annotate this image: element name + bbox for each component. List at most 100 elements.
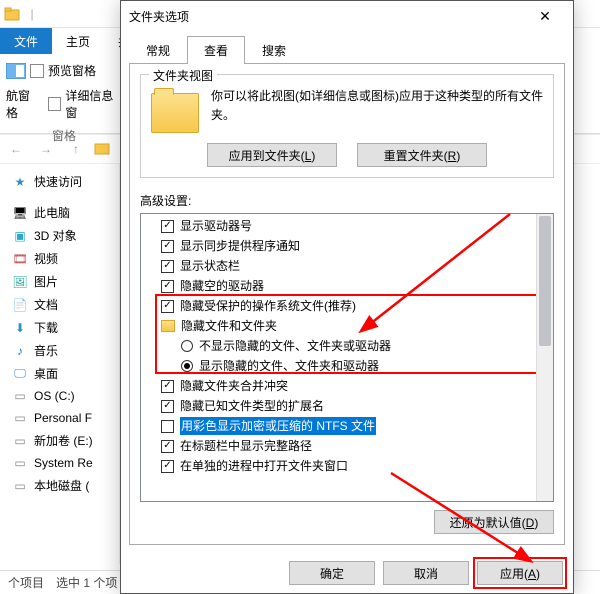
explorer-nav-pane: ★快速访问 🖥此电脑 ▣3D 对象 🎞视频 🖼图片 📄文档 ⬇下载 ♪音乐 🖵桌… <box>0 164 120 564</box>
nav-3d-objects[interactable]: ▣3D 对象 <box>4 224 115 247</box>
advanced-setting-item[interactable]: 显示驱动器号 <box>145 216 549 236</box>
setting-label: 隐藏文件和文件夹 <box>181 317 277 335</box>
setting-label: 显示驱动器号 <box>180 217 252 235</box>
close-button[interactable]: ✕ <box>525 2 565 30</box>
nav-local-disk[interactable]: ▭本地磁盘 ( <box>4 474 115 497</box>
status-item-count: 个项目 <box>8 574 44 591</box>
cancel-button[interactable]: 取消 <box>383 561 469 585</box>
advanced-setting-item[interactable]: 在标题栏中显示完整路径 <box>145 436 549 456</box>
divider-icon: | <box>24 6 40 22</box>
setting-label: 隐藏受保护的操作系统文件(推荐) <box>180 297 356 315</box>
forward-icon[interactable]: → <box>34 137 58 161</box>
advanced-setting-item[interactable]: 在单独的进程中打开文件夹窗口 <box>145 456 549 476</box>
advanced-setting-item[interactable]: 显示状态栏 <box>145 256 549 276</box>
nav-pictures[interactable]: 🖼图片 <box>4 270 115 293</box>
setting-label: 隐藏空的驱动器 <box>180 277 264 295</box>
video-icon: 🎞 <box>12 251 28 267</box>
download-icon: ⬇ <box>12 320 28 336</box>
dialog-title: 文件夹选项 <box>129 8 525 25</box>
advanced-setting-item[interactable]: 显示隐藏的文件、文件夹和驱动器 <box>145 356 549 376</box>
nav-this-pc[interactable]: 🖥此电脑 <box>4 201 115 224</box>
folder-icon <box>94 141 110 158</box>
advanced-setting-item[interactable]: 隐藏文件和文件夹 <box>145 316 549 336</box>
nav-pane-label: 航窗格 <box>6 87 40 121</box>
apply-button[interactable]: 应用(A) <box>477 561 563 585</box>
setting-label: 用彩色显示加密或压缩的 NTFS 文件 <box>180 417 376 435</box>
restore-defaults-button[interactable]: 还原为默认值(D) <box>434 510 554 534</box>
dialog-body: 文件夹视图 你可以将此视图(如详细信息或图标)应用于这种类型的所有文件夹。 应用… <box>129 63 565 545</box>
setting-label: 不显示隐藏的文件、文件夹或驱动器 <box>199 337 391 355</box>
picture-icon: 🖼 <box>12 274 28 290</box>
tab-view[interactable]: 查看 <box>187 36 245 64</box>
details-pane-button[interactable]: 航窗格 详细信息窗 <box>4 85 124 123</box>
checkbox-icon[interactable] <box>161 440 174 453</box>
preview-pane-button[interactable]: 预览窗格 <box>4 60 124 81</box>
nav-system-re[interactable]: ▭System Re <box>4 452 115 474</box>
advanced-setting-item[interactable]: 隐藏空的驱动器 <box>145 276 549 296</box>
nav-documents[interactable]: 📄文档 <box>4 293 115 316</box>
dialog-tabs: 常规 查看 搜索 <box>121 31 573 63</box>
setting-label: 显示状态栏 <box>180 257 240 275</box>
setting-label: 隐藏文件夹合并冲突 <box>180 377 288 395</box>
folder-icon <box>161 320 175 332</box>
advanced-settings-label: 高级设置: <box>140 192 554 209</box>
checkbox-icon[interactable] <box>161 420 174 433</box>
group-title: 文件夹视图 <box>149 67 217 84</box>
nav-desktop[interactable]: 🖵桌面 <box>4 362 115 385</box>
tab-search[interactable]: 搜索 <box>245 36 303 64</box>
nav-videos[interactable]: 🎞视频 <box>4 247 115 270</box>
checkbox-icon[interactable] <box>161 400 174 413</box>
scrollbar[interactable] <box>536 214 553 501</box>
dialog-titlebar: 文件夹选项 ✕ <box>121 1 573 31</box>
checkbox-icon[interactable] <box>161 260 174 273</box>
folder-options-dialog: 文件夹选项 ✕ 常规 查看 搜索 文件夹视图 你可以将此视图(如详细信息或图标)… <box>120 0 574 594</box>
radio-icon[interactable] <box>181 340 193 352</box>
preview-pane-label: 预览窗格 <box>48 62 96 79</box>
checkbox-icon <box>48 97 61 111</box>
folder-icon <box>4 6 20 22</box>
nav-music[interactable]: ♪音乐 <box>4 339 115 362</box>
folder-views-group: 文件夹视图 你可以将此视图(如详细信息或图标)应用于这种类型的所有文件夹。 应用… <box>140 74 554 178</box>
up-icon[interactable]: ↑ <box>64 137 88 161</box>
advanced-setting-item[interactable]: 隐藏已知文件类型的扩展名 <box>145 396 549 416</box>
setting-label: 隐藏已知文件类型的扩展名 <box>180 397 324 415</box>
checkbox-icon[interactable] <box>161 460 174 473</box>
tab-general[interactable]: 常规 <box>129 36 187 64</box>
pc-icon: 🖥 <box>12 205 28 221</box>
advanced-setting-item[interactable]: 显示同步提供程序通知 <box>145 236 549 256</box>
group-description: 你可以将此视图(如详细信息或图标)应用于这种类型的所有文件夹。 <box>211 87 543 125</box>
advanced-setting-item[interactable]: 隐藏文件夹合并冲突 <box>145 376 549 396</box>
nav-new-vol-e[interactable]: ▭新加卷 (E:) <box>4 429 115 452</box>
advanced-setting-item[interactable]: 用彩色显示加密或压缩的 NTFS 文件 <box>145 416 549 436</box>
checkbox-icon[interactable] <box>161 220 174 233</box>
checkbox-icon[interactable] <box>161 280 174 293</box>
scrollbar-thumb[interactable] <box>539 216 551 346</box>
back-icon[interactable]: ← <box>4 137 28 161</box>
drive-icon: ▭ <box>12 410 28 426</box>
folder-icon <box>151 93 199 133</box>
ribbon-tab-home[interactable]: 主页 <box>52 28 104 54</box>
checkbox-icon[interactable] <box>161 380 174 393</box>
cube-icon: ▣ <box>12 228 28 244</box>
setting-label: 显示隐藏的文件、文件夹和驱动器 <box>199 357 379 375</box>
checkbox-icon[interactable] <box>161 300 174 313</box>
advanced-setting-item[interactable]: 隐藏受保护的操作系统文件(推荐) <box>145 296 549 316</box>
apply-to-folders-button[interactable]: 应用到文件夹(L) <box>207 143 337 167</box>
nav-os-c[interactable]: ▭OS (C:) <box>4 385 115 407</box>
nav-quick-access[interactable]: ★快速访问 <box>4 170 115 193</box>
ribbon-tab-file[interactable]: 文件 <box>0 28 52 54</box>
radio-icon[interactable] <box>181 360 193 372</box>
setting-label: 在单独的进程中打开文件夹窗口 <box>180 457 348 475</box>
checkbox-icon <box>30 64 44 78</box>
nav-personal-f[interactable]: ▭Personal F <box>4 407 115 429</box>
reset-folders-button[interactable]: 重置文件夹(R) <box>357 143 487 167</box>
drive-icon: ▭ <box>12 478 28 494</box>
setting-label: 显示同步提供程序通知 <box>180 237 300 255</box>
star-icon: ★ <box>12 174 28 190</box>
ok-button[interactable]: 确定 <box>289 561 375 585</box>
drive-icon: ▭ <box>12 388 28 404</box>
advanced-setting-item[interactable]: 不显示隐藏的文件、文件夹或驱动器 <box>145 336 549 356</box>
nav-downloads[interactable]: ⬇下载 <box>4 316 115 339</box>
checkbox-icon[interactable] <box>161 240 174 253</box>
status-selected-count: 选中 1 个项 <box>56 574 117 591</box>
